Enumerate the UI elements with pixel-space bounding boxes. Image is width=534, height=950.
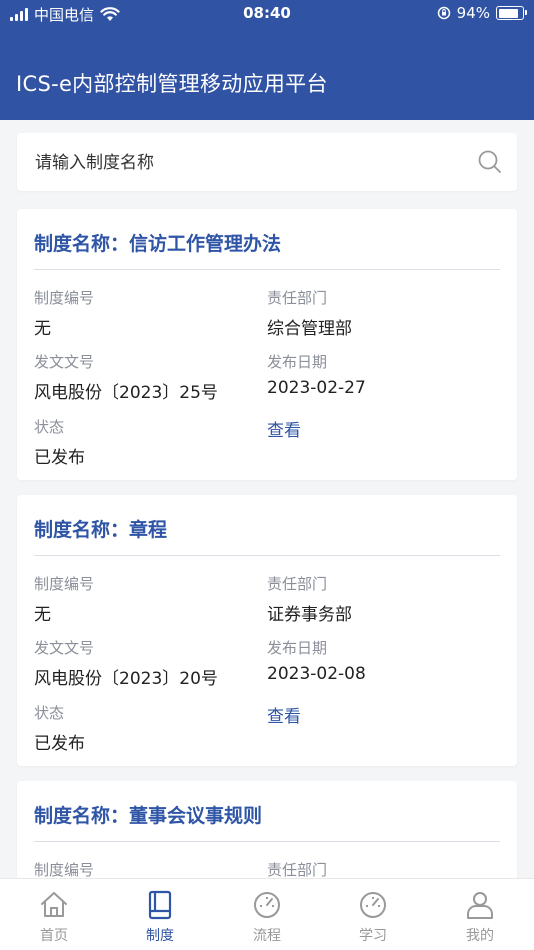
code-label: 制度编号 bbox=[34, 861, 95, 879]
doc-value: 风电股份〔2023〕25号 bbox=[34, 383, 218, 403]
view-link[interactable]: 查看 bbox=[267, 702, 301, 727]
policy-card[interactable]: 制度名称：信访工作管理办法 制度编号 无 责任部门 综合管理部 发文文号 风电股… bbox=[17, 209, 517, 480]
dept-field: 责任部门 bbox=[267, 859, 327, 880]
date-label: 发布日期 bbox=[267, 353, 328, 371]
card-divider bbox=[34, 555, 500, 556]
status-field: 状态 已发布 bbox=[34, 702, 85, 754]
tab-label: 我的 bbox=[466, 928, 494, 944]
dept-value: 证券事务部 bbox=[267, 605, 352, 625]
dept-label: 责任部门 bbox=[267, 575, 328, 593]
card-divider bbox=[34, 269, 500, 270]
book-icon bbox=[148, 890, 172, 920]
dept-label: 责任部门 bbox=[267, 861, 328, 879]
app-header: ICS-e内部控制管理移动应用平台 bbox=[0, 28, 534, 120]
policy-title: 制度名称：章程 bbox=[34, 519, 168, 541]
policy-title: 制度名称：董事会议事规则 bbox=[34, 805, 263, 827]
dept-field: 责任部门 证券事务部 bbox=[267, 573, 352, 625]
tab-label: 流程 bbox=[253, 928, 281, 944]
code-value: 无 bbox=[34, 319, 51, 339]
status-value: 已发布 bbox=[34, 734, 85, 754]
date-value: 2023-02-08 bbox=[267, 664, 366, 684]
gauge-icon bbox=[360, 892, 386, 918]
date-value: 2023-02-27 bbox=[267, 378, 366, 398]
status-label: 状态 bbox=[34, 704, 65, 722]
search-icon[interactable] bbox=[477, 149, 503, 175]
code-label: 制度编号 bbox=[34, 575, 95, 593]
tab-study[interactable]: 学习 bbox=[333, 889, 413, 945]
code-value: 无 bbox=[34, 605, 51, 625]
view-link[interactable]: 查看 bbox=[267, 416, 301, 441]
policy-title: 制度名称：信访工作管理办法 bbox=[34, 233, 282, 255]
view-field: 查看 bbox=[267, 416, 301, 441]
orientation-lock-icon bbox=[437, 6, 450, 20]
tab-mine[interactable]: 我的 bbox=[440, 889, 520, 945]
tab-label: 学习 bbox=[359, 928, 387, 944]
doc-field: 发文文号 风电股份〔2023〕20号 bbox=[34, 637, 218, 689]
doc-value: 风电股份〔2023〕20号 bbox=[34, 669, 218, 689]
date-field: 发布日期 2023-02-27 bbox=[267, 351, 366, 398]
doc-label: 发文文号 bbox=[34, 353, 95, 371]
status-value: 已发布 bbox=[34, 448, 85, 468]
code-field: 制度编号 bbox=[34, 859, 94, 880]
status-label: 状态 bbox=[34, 418, 65, 436]
tab-label: 首页 bbox=[40, 928, 68, 944]
date-label: 发布日期 bbox=[267, 639, 328, 657]
tab-label: 制度 bbox=[146, 928, 174, 944]
tab-home[interactable]: 首页 bbox=[14, 889, 94, 945]
tab-bar: 首页 制度 流程 学习 我的 bbox=[0, 878, 534, 950]
view-field: 查看 bbox=[267, 702, 301, 727]
page-title: ICS-e内部控制管理移动应用平台 bbox=[16, 72, 328, 96]
user-icon bbox=[467, 892, 493, 919]
home-icon bbox=[41, 892, 67, 917]
tab-policy[interactable]: 制度 bbox=[120, 889, 200, 945]
search-bar bbox=[17, 133, 517, 193]
search-input[interactable] bbox=[33, 133, 457, 193]
date-field: 发布日期 2023-02-08 bbox=[267, 637, 366, 684]
policy-card[interactable]: 制度名称：章程 制度编号 无 责任部门 证券事务部 发文文号 风电股份〔2023… bbox=[17, 495, 517, 766]
code-label: 制度编号 bbox=[34, 289, 95, 307]
code-field: 制度编号 无 bbox=[34, 287, 94, 339]
battery-icon bbox=[496, 6, 527, 20]
tab-process[interactable]: 流程 bbox=[227, 889, 307, 945]
doc-label: 发文文号 bbox=[34, 639, 95, 657]
code-field: 制度编号 无 bbox=[34, 573, 94, 625]
dept-field: 责任部门 综合管理部 bbox=[267, 287, 352, 339]
dept-label: 责任部门 bbox=[267, 289, 328, 307]
card-divider bbox=[34, 841, 500, 842]
status-right: 94% bbox=[437, 4, 527, 22]
gauge-icon bbox=[254, 892, 280, 918]
battery-percent: 94% bbox=[456, 4, 490, 22]
dept-value: 综合管理部 bbox=[267, 319, 352, 339]
status-field: 状态 已发布 bbox=[34, 416, 85, 468]
status-bar: 中国电信 08:40 94% bbox=[0, 0, 534, 28]
doc-field: 发文文号 风电股份〔2023〕25号 bbox=[34, 351, 218, 403]
